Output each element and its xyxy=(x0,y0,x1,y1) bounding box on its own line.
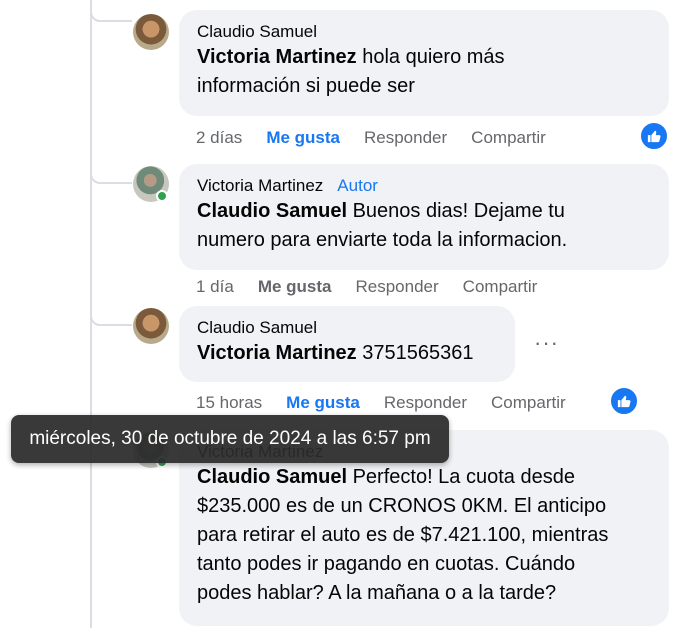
mention[interactable]: Victoria Martinez xyxy=(197,342,357,364)
mention[interactable]: Claudio Samuel xyxy=(197,466,347,488)
avatar[interactable] xyxy=(133,308,169,344)
like-button[interactable]: Me gusta xyxy=(258,277,332,297)
thumbs-up-icon[interactable] xyxy=(609,386,639,416)
thread-branch xyxy=(90,300,132,326)
share-button[interactable]: Compartir xyxy=(471,128,546,148)
comment-actions: 2 días Me gusta Responder Compartir xyxy=(196,128,570,148)
author-badge: Autor xyxy=(337,176,378,195)
thread-branch xyxy=(90,0,132,22)
comment-text: Claudio Samuel Perfecto! La cuota desde $… xyxy=(197,466,609,604)
comment-text: Claudio Samuel Buenos dias! Dejame tu num… xyxy=(197,200,568,251)
share-button[interactable]: Compartir xyxy=(463,277,538,297)
comment-bubble: Claudio Samuel Victoria Martinez 3751565… xyxy=(179,306,515,382)
comment-text: Victoria Martinez hola quiero más informa… xyxy=(197,46,505,97)
comment-author[interactable]: Claudio Samuel xyxy=(197,21,653,43)
like-button[interactable]: Me gusta xyxy=(286,393,360,413)
comment-time[interactable]: 2 días xyxy=(196,128,242,148)
thread-branch xyxy=(90,160,132,184)
more-options-icon[interactable]: ··· xyxy=(534,330,559,356)
online-status-icon xyxy=(156,190,168,202)
reply-button[interactable]: Responder xyxy=(384,393,467,413)
comment-time[interactable]: 15 horas xyxy=(196,393,262,413)
like-button[interactable]: Me gusta xyxy=(266,128,340,148)
share-button[interactable]: Compartir xyxy=(491,393,566,413)
comment-text: Victoria Martinez 3751565361 xyxy=(197,342,474,364)
comment-actions: 1 día Me gusta Responder Compartir xyxy=(196,277,561,297)
comment-time[interactable]: 1 día xyxy=(196,277,234,297)
comment-author[interactable]: Claudio Samuel xyxy=(197,317,499,339)
reply-button[interactable]: Responder xyxy=(364,128,447,148)
avatar[interactable] xyxy=(133,14,169,50)
mention[interactable]: Claudio Samuel xyxy=(197,200,347,222)
comment-bubble: Victoria Martinez Autor Claudio Samuel Bu… xyxy=(179,164,669,270)
comment-author[interactable]: Victoria Martinez xyxy=(197,176,323,195)
mention[interactable]: Victoria Martinez xyxy=(197,46,357,68)
comment-actions: 15 horas Me gusta Responder Compartir xyxy=(196,393,590,413)
reply-button[interactable]: Responder xyxy=(356,277,439,297)
thumbs-up-icon[interactable] xyxy=(639,121,669,151)
timestamp-tooltip: miércoles, 30 de octubre de 2024 a las 6… xyxy=(11,415,449,463)
comment-bubble: Claudio Samuel Victoria Martinez hola qu… xyxy=(179,10,669,116)
